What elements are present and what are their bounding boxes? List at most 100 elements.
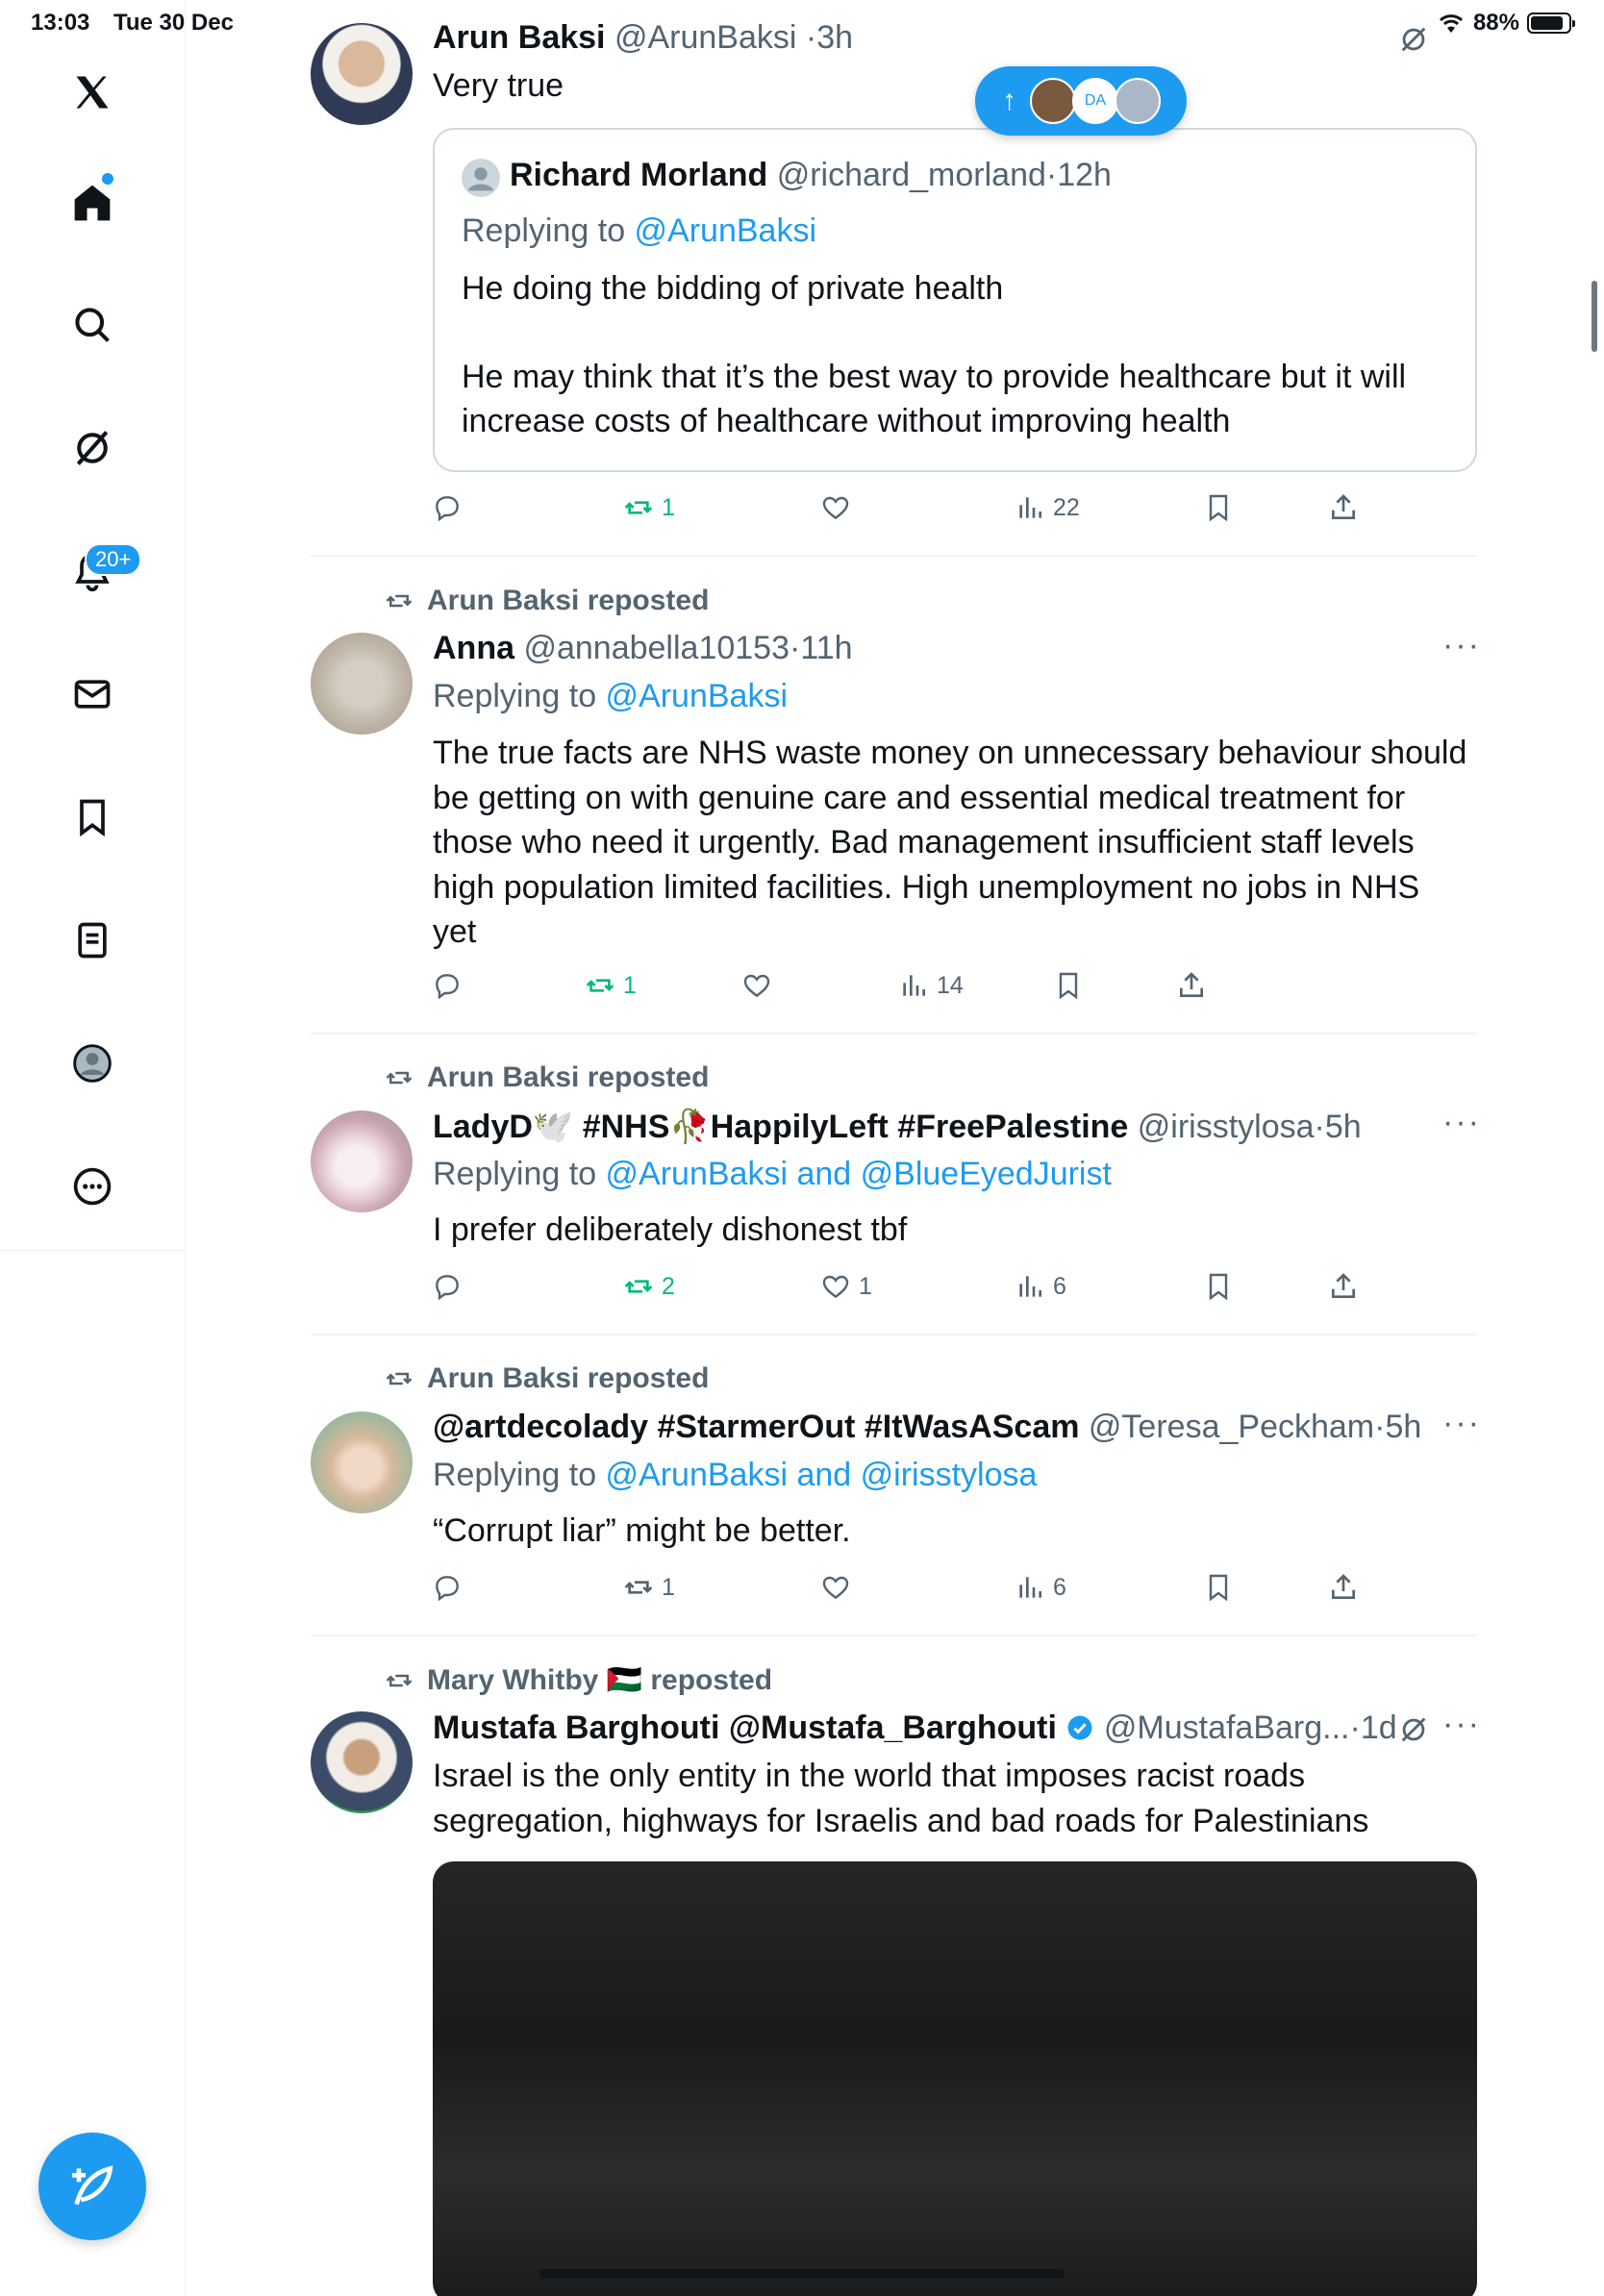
more-options-icon[interactable]: ··· (1442, 1405, 1481, 1442)
share-icon (1332, 1574, 1355, 1599)
avatar[interactable] (311, 1111, 413, 1212)
avatar[interactable] (311, 1411, 413, 1513)
post-time[interactable]: 5h (1385, 1409, 1421, 1445)
quoted-post[interactable]: Richard Morland @richard_morland·12h Rep… (433, 128, 1477, 472)
compose-button[interactable] (38, 2133, 146, 2240)
views-icon (1019, 1276, 1041, 1297)
reply-button[interactable] (432, 492, 463, 523)
like-button[interactable] (741, 970, 772, 1001)
verified-badge-icon (1067, 1715, 1092, 1740)
bookmark-icon (1209, 1273, 1228, 1301)
reply-icon (436, 1576, 459, 1602)
views-button[interactable]: 6 (1015, 1572, 1066, 1603)
home-icon[interactable] (58, 168, 127, 237)
replying-link[interactable]: @ArunBaksi and @BlueEyedJurist (606, 1156, 1112, 1192)
post-video[interactable] (433, 1861, 1477, 2296)
post-header: Anna @annabella10153·11h (433, 630, 853, 667)
replying-link[interactable]: @ArunBaksi (635, 212, 816, 249)
author-name[interactable]: Arun Baksi (433, 19, 606, 56)
reply-button[interactable] (432, 970, 463, 1001)
lists-icon[interactable] (58, 906, 127, 975)
quote-author-handle[interactable]: @richard_morland (777, 157, 1046, 193)
avatar[interactable] (311, 23, 413, 125)
heart-icon (822, 1576, 849, 1600)
post-time[interactable]: 3h (816, 19, 853, 56)
repost-label[interactable]: Arun Baksi reposted (427, 585, 709, 617)
grok-icon[interactable] (1397, 23, 1430, 56)
quote-author-name[interactable]: Richard Morland (510, 157, 767, 193)
post-header: Mustafa Barghouti @Mustafa_Barghouti @Mu… (433, 1710, 1397, 1747)
retweet-button[interactable]: 2 (623, 1271, 675, 1302)
share-button[interactable] (1328, 1572, 1359, 1603)
reply-button[interactable] (432, 1572, 463, 1603)
replying-prefix: Replying to (433, 678, 606, 714)
repost-context: Arun Baksi reposted (383, 1362, 709, 1395)
repost-icon (386, 1674, 413, 1686)
views-button[interactable]: 14 (898, 970, 964, 1001)
author-handle[interactable]: @Teresa_Peckham (1089, 1409, 1374, 1445)
more-options-icon[interactable]: ··· (1442, 1104, 1481, 1141)
post-text: “Corrupt liar” might be better. (433, 1512, 851, 1549)
bookmark-button[interactable] (1203, 1271, 1234, 1302)
author-handle[interactable]: @annabella10153 (523, 630, 789, 666)
scrollbar[interactable] (1591, 281, 1597, 352)
like-button[interactable]: 1 (820, 1271, 872, 1302)
share-icon (1332, 1273, 1355, 1298)
repost-label[interactable]: Mary Whitby 🇵🇸 reposted (427, 1663, 772, 1697)
post-text: Very true (433, 67, 564, 104)
bookmarks-icon[interactable] (58, 783, 127, 852)
search-icon[interactable] (58, 290, 127, 360)
author-handle[interactable]: @MustafaBarg... (1104, 1710, 1350, 1746)
more-icon[interactable] (58, 1152, 127, 1221)
post-text: I prefer deliberately dishonest tbf (433, 1211, 908, 1248)
replying-link[interactable]: @ArunBaksi (606, 678, 788, 714)
post-time[interactable]: 5h (1325, 1109, 1362, 1145)
views-button[interactable]: 22 (1015, 492, 1080, 523)
retweet-icon (624, 1581, 653, 1594)
share-button[interactable] (1328, 492, 1359, 523)
profile-icon[interactable] (58, 1029, 127, 1098)
quote-time[interactable]: 12h (1057, 157, 1112, 193)
share-button[interactable] (1176, 970, 1207, 1001)
replying-link[interactable]: @ArunBaksi and @irisstylosa (606, 1457, 1038, 1493)
author-handle[interactable]: @irisstylosa (1138, 1109, 1315, 1145)
reply-button[interactable] (432, 1271, 463, 1302)
bookmark-button[interactable] (1203, 492, 1234, 523)
like-button[interactable] (820, 1572, 851, 1603)
avatar[interactable] (311, 633, 413, 735)
messages-icon[interactable] (58, 660, 127, 729)
repost-label[interactable]: Arun Baksi reposted (427, 1061, 709, 1094)
repost-label[interactable]: Arun Baksi reposted (427, 1362, 709, 1395)
retweet-button[interactable]: 1 (623, 1572, 675, 1603)
avatar[interactable] (311, 1711, 413, 1813)
x-logo-icon[interactable] (58, 58, 127, 127)
grok-icon[interactable] (1397, 1713, 1430, 1746)
retweet-button[interactable]: 1 (623, 492, 675, 523)
author-handle[interactable]: @ArunBaksi (614, 19, 796, 56)
post-text: segregation, highways for Israelis and b… (433, 1803, 1369, 1839)
new-posts-pill[interactable]: ↑ DA (975, 66, 1187, 136)
author-name[interactable]: LadyD🕊️ #NHS🥀HappilyLeft #FreePalestine (433, 1109, 1128, 1145)
bookmark-button[interactable] (1053, 970, 1084, 1001)
post-header: @artdecolady #StarmerOut #ItWasAScam @Te… (433, 1409, 1421, 1446)
views-button[interactable]: 6 (1015, 1271, 1066, 1302)
home-indicator[interactable] (539, 2269, 1065, 2279)
retweet-icon (624, 501, 653, 514)
pill-avatar-text: DA (1084, 92, 1107, 109)
like-button[interactable] (820, 492, 851, 523)
more-options-icon[interactable]: ··· (1442, 627, 1481, 664)
post-time[interactable]: 1d (1361, 1710, 1397, 1746)
quote-avatar[interactable] (462, 159, 500, 197)
post-time[interactable]: 11h (800, 630, 852, 666)
repost-icon (386, 1372, 413, 1385)
retweet-button[interactable]: 1 (585, 970, 637, 1001)
post-text: high population limited facilities. High… (433, 869, 1420, 906)
grok-icon[interactable] (58, 413, 127, 483)
author-name[interactable]: Mustafa Barghouti @Mustafa_Barghouti (433, 1710, 1057, 1746)
share-button[interactable] (1328, 1271, 1359, 1302)
author-name[interactable]: @artdecolady #StarmerOut #ItWasAScam (433, 1409, 1079, 1445)
author-name[interactable]: Anna (433, 630, 514, 666)
replying-to: Replying to @ArunBaksi (433, 678, 788, 715)
bookmark-button[interactable] (1203, 1572, 1234, 1603)
more-options-icon[interactable]: ··· (1442, 1706, 1481, 1743)
